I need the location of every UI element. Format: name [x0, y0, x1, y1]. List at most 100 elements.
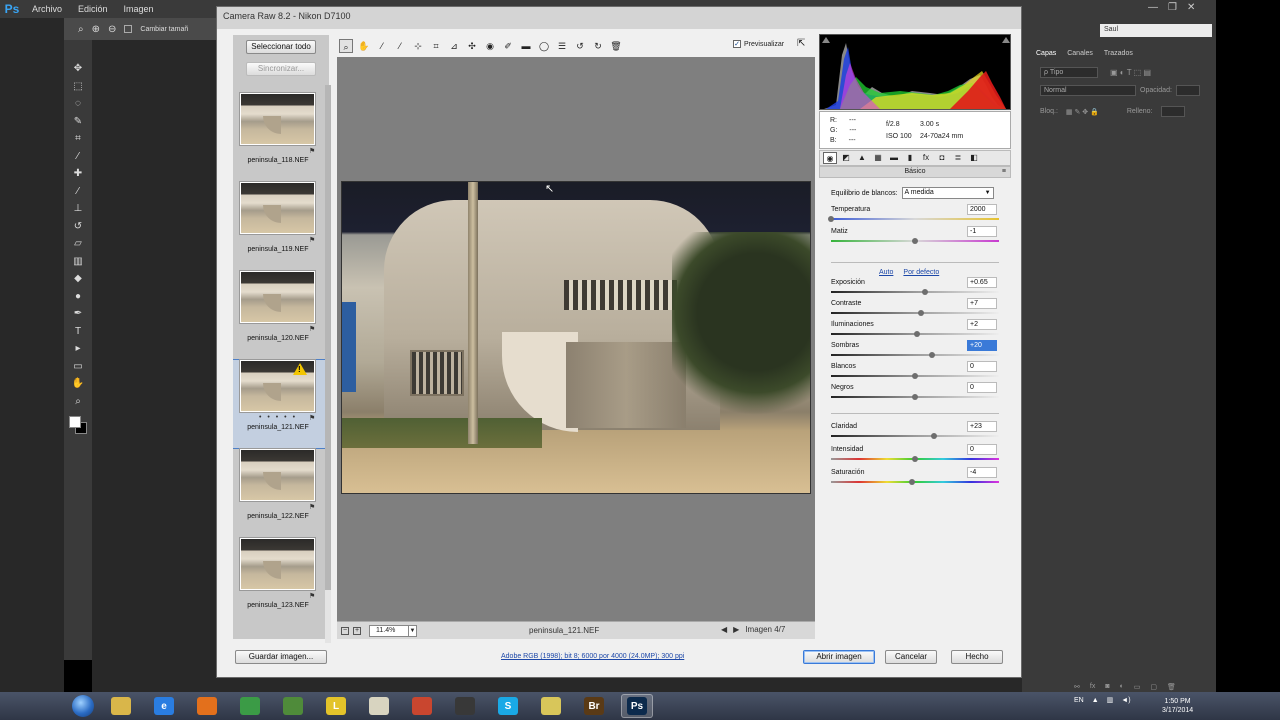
restore-button[interactable]: ❐: [1168, 2, 1177, 13]
hsl-icon[interactable]: ▦: [871, 152, 885, 164]
preview-toggle[interactable]: ✓ Previsualizar: [733, 40, 784, 48]
spot-removal-icon[interactable]: ✣: [465, 39, 479, 53]
zoom-in-button[interactable]: +: [353, 626, 361, 635]
cancel-button[interactable]: Cancelar: [885, 650, 937, 664]
red-eye-icon[interactable]: ◉: [483, 39, 497, 53]
slider-value-input[interactable]: -1: [967, 226, 997, 237]
network-icon[interactable]: ▥: [1107, 696, 1114, 704]
highlight-clipping-warning-icon[interactable]: [1002, 37, 1010, 43]
marquee-icon[interactable]: ⬚: [69, 78, 87, 96]
zoom-out-button[interactable]: −: [341, 626, 349, 635]
slider-value-input[interactable]: -4: [967, 467, 997, 478]
synchronize-button[interactable]: Sincronizar...: [246, 62, 316, 76]
slider-value-input[interactable]: +2: [967, 319, 997, 330]
preferences-icon[interactable]: ☰: [555, 39, 569, 53]
stamp-icon[interactable]: ⊥: [69, 200, 87, 218]
clock[interactable]: 1:50 PM 3/17/2014: [1162, 697, 1193, 715]
workspace-select[interactable]: Saul: [1100, 24, 1212, 37]
filmstrip-item[interactable]: ! • • • • • ⚑ peninsula_121.NEF: [233, 359, 329, 449]
tray-arrow-icon[interactable]: ▲: [1092, 697, 1099, 704]
slider-value-input[interactable]: +23: [967, 421, 997, 432]
straighten-icon[interactable]: ⊿: [447, 39, 461, 53]
type-icon[interactable]: T: [69, 323, 87, 341]
slider-value-input[interactable]: 0: [967, 444, 997, 455]
taskbar-app-camera-icon[interactable]: [449, 694, 481, 718]
lock-icons[interactable]: ▦ ✎ ✥ 🔒: [1066, 108, 1099, 116]
filmstrip-item[interactable]: ⚑ peninsula_122.NEF: [233, 449, 329, 537]
slider-track[interactable]: [831, 218, 999, 220]
slider-track[interactable]: [831, 435, 999, 437]
rating-dots[interactable]: • • • • •: [259, 414, 297, 421]
start-button[interactable]: [72, 695, 94, 717]
language-indicator[interactable]: EN: [1074, 697, 1084, 704]
eraser-icon[interactable]: ▱: [69, 235, 87, 253]
workflow-options-link[interactable]: Adobe RGB (1998); bit 8; 6000 por 4000 (…: [501, 653, 684, 660]
mask-icon[interactable]: ◙: [1105, 683, 1109, 691]
detail-icon[interactable]: ▲: [855, 152, 869, 164]
presets-icon[interactable]: ≣: [951, 152, 965, 164]
taskbar-chrome-icon[interactable]: [234, 694, 266, 718]
slider-value-input[interactable]: +20: [967, 340, 997, 351]
taskbar-firefox-icon[interactable]: [191, 694, 223, 718]
slider-value-input[interactable]: +0.65: [967, 277, 997, 288]
slider-handle[interactable]: [913, 331, 920, 337]
taskbar-photoshop-icon[interactable]: Ps: [621, 694, 653, 718]
slider-handle[interactable]: [912, 373, 918, 379]
effects-icon[interactable]: fx: [919, 152, 933, 164]
quick-select-icon[interactable]: ✎: [69, 113, 87, 131]
minimize-button[interactable]: —: [1148, 2, 1158, 13]
filmstrip-item[interactable]: ⚑ peninsula_118.NEF: [233, 93, 329, 181]
zoom-icon[interactable]: ⌕: [69, 393, 87, 411]
taskbar-skype-icon[interactable]: S: [492, 694, 524, 718]
zoom-icon[interactable]: ⌕: [78, 24, 84, 35]
move-icon[interactable]: ✥: [69, 60, 87, 78]
snapshots-icon[interactable]: ◧: [967, 152, 981, 164]
zoom-level-select[interactable]: 11.4% ▼: [369, 624, 417, 637]
slider-track[interactable]: [831, 354, 999, 356]
filmstrip-item[interactable]: ⚑ peninsula_119.NEF: [233, 182, 329, 270]
taskbar-internet-explorer-icon[interactable]: e: [148, 694, 180, 718]
slider-value-input[interactable]: 0: [967, 382, 997, 393]
slider-value-input[interactable]: +7: [967, 298, 997, 309]
blur-icon[interactable]: ◆: [69, 270, 87, 288]
taskbar-app-green-icon[interactable]: [277, 694, 309, 718]
done-button[interactable]: Hecho: [951, 650, 1003, 664]
hand-icon[interactable]: ✋: [357, 39, 371, 53]
new-layer-icon[interactable]: ▢: [1150, 683, 1157, 691]
group-icon[interactable]: ▭: [1134, 683, 1141, 691]
path-select-icon[interactable]: ▸: [69, 340, 87, 358]
preview-checkbox[interactable]: ✓: [733, 40, 741, 48]
auto-link[interactable]: Auto: [879, 269, 893, 276]
rotate-right-icon[interactable]: ↻: [591, 39, 605, 53]
volume-icon[interactable]: ◄): [1121, 697, 1130, 704]
fullscreen-icon[interactable]: ⇱: [797, 38, 805, 49]
default-link[interactable]: Por defecto: [903, 269, 939, 276]
delete-layer-icon[interactable]: 🗑: [1167, 683, 1176, 691]
eyedropper-icon[interactable]: ⁄: [69, 148, 87, 166]
fill-input[interactable]: [1160, 106, 1185, 117]
brush-icon[interactable]: ⁄: [69, 183, 87, 201]
rotate-left-icon[interactable]: ↺: [573, 39, 587, 53]
tab-trazados[interactable]: Trazados: [1104, 50, 1133, 57]
panel-menu-icon[interactable]: ≡: [1002, 167, 1006, 177]
image-preview[interactable]: [337, 57, 815, 621]
lens-icon[interactable]: ▮: [903, 152, 917, 164]
camera-calibration-icon[interactable]: ◘: [935, 152, 949, 164]
color-swatches[interactable]: [69, 416, 87, 434]
tone-curve-icon[interactable]: ◩: [839, 152, 853, 164]
taskbar-app-diamond-icon[interactable]: [363, 694, 395, 718]
filmstrip-item[interactable]: ⚑ peninsula_120.NEF: [233, 271, 329, 359]
filmstrip-scrollbar[interactable]: [325, 85, 331, 643]
color-sampler-icon[interactable]: ⁄: [393, 39, 407, 53]
previous-image-icon[interactable]: ◀: [721, 625, 727, 634]
slider-value-input[interactable]: 0: [967, 361, 997, 372]
next-image-icon[interactable]: ▶: [733, 625, 739, 634]
slider-handle[interactable]: [912, 456, 918, 462]
layer-filter-select[interactable]: ρ Tipo: [1040, 67, 1098, 78]
hand-icon[interactable]: ✋: [69, 375, 87, 393]
taskbar-app-yellow-icon[interactable]: L: [320, 694, 352, 718]
menu-imagen[interactable]: Imagen: [116, 4, 162, 14]
adjustment-icon[interactable]: ◐: [1120, 683, 1124, 691]
tab-canales[interactable]: Canales: [1067, 50, 1093, 57]
white-balance-icon[interactable]: ⁄: [375, 39, 389, 53]
